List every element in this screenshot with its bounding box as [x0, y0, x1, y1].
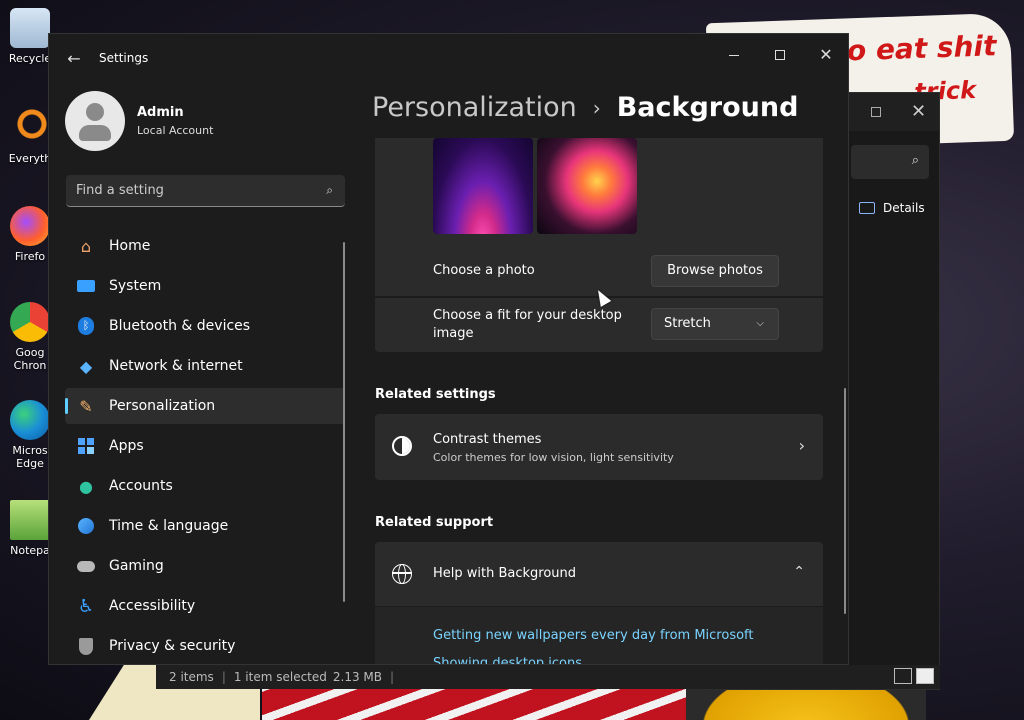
sidebar-nav: ⌂ Home System ᛒ Bluetooth & devices ◆ Ne…: [65, 228, 345, 664]
bluetooth-icon: ᛒ: [76, 316, 96, 336]
firefox-icon: [10, 206, 50, 246]
everything-search-icon: [10, 108, 50, 148]
avatar: [65, 91, 125, 151]
maximize-icon: [775, 50, 785, 60]
sidebar-item-time-language[interactable]: Time & language: [65, 508, 345, 544]
time-language-icon: [76, 516, 96, 536]
contrast-themes-link[interactable]: Contrast themes Color themes for low vis…: [375, 414, 823, 480]
recent-image-1[interactable]: [433, 138, 533, 234]
sidebar-item-network[interactable]: ◆ Network & internet: [65, 348, 345, 384]
breadcrumb-parent[interactable]: Personalization: [372, 92, 577, 123]
chevron-right-icon: ›: [592, 95, 601, 120]
maximize-button[interactable]: [757, 40, 803, 70]
status-selected: 1 item selected: [233, 670, 327, 684]
help-title: Help with Background: [433, 566, 577, 581]
page-title: Background: [616, 92, 799, 123]
minimize-icon: [729, 54, 739, 56]
fit-dropdown-value: Stretch: [664, 316, 711, 331]
sidebar-item-home[interactable]: ⌂ Home: [65, 228, 345, 264]
back-arrow-icon[interactable]: ←: [63, 48, 85, 70]
help-with-background-expander[interactable]: Help with Background ⌃: [375, 542, 823, 606]
recycle-bin-icon: [10, 8, 50, 48]
view-toggle: [894, 668, 934, 684]
contrast-themes-title: Contrast themes: [433, 432, 542, 447]
sidebar-item-bluetooth[interactable]: ᛒ Bluetooth & devices: [65, 308, 345, 344]
chevron-up-icon: ⌃: [793, 564, 805, 580]
accounts-icon: ●: [79, 476, 93, 496]
help-link-wallpapers[interactable]: Getting new wallpapers every day from Mi…: [433, 628, 754, 643]
choose-photo-label: Choose a photo: [433, 263, 535, 278]
content-scrollbar[interactable]: [844, 388, 846, 614]
home-icon: ⌂: [80, 236, 92, 256]
fit-dropdown[interactable]: Stretch ⌵: [651, 308, 779, 340]
sidebar-scrollbar[interactable]: [343, 242, 345, 602]
network-icon: ◆: [79, 356, 93, 376]
tiles-view-icon[interactable]: [916, 668, 934, 684]
help-links-panel: Getting new wallpapers every day from Mi…: [375, 607, 823, 664]
status-size: 2.13 MB: [332, 670, 383, 684]
breadcrumb: Personalization › Background: [372, 92, 798, 123]
sidebar-item-privacy-security[interactable]: Privacy & security: [65, 628, 345, 664]
sidebar-item-personalization[interactable]: ✎ Personalization: [65, 388, 345, 424]
app-title: Settings: [99, 51, 149, 65]
explorer-maximize-icon[interactable]: [871, 107, 881, 117]
profile-account-type: Local Account: [137, 124, 214, 137]
close-icon: ✕: [819, 45, 833, 64]
help-link-desktop-icons[interactable]: Showing desktop icons: [433, 656, 582, 664]
contrast-icon: [392, 436, 412, 456]
system-icon: [76, 276, 96, 296]
apps-icon: [76, 436, 96, 456]
status-separator: |: [221, 670, 226, 684]
edge-icon: [10, 400, 50, 440]
settings-window[interactable]: ← Settings ✕ Admin Local Account ⌕ ⌂ Hom…: [48, 33, 849, 665]
details-pane-icon: [859, 202, 875, 214]
shield-icon: [76, 636, 96, 656]
fit-label: Choose a fit for your desktop image: [433, 308, 622, 341]
explorer-close-icon[interactable]: ✕: [911, 101, 926, 122]
settings-titlebar: ← Settings ✕: [49, 34, 848, 82]
close-button[interactable]: ✕: [803, 40, 848, 70]
search-input[interactable]: [66, 175, 345, 206]
sidebar-item-system[interactable]: System: [65, 268, 345, 304]
chevron-down-icon: ⌵: [756, 318, 764, 329]
chrome-icon: [10, 302, 50, 342]
details-view-icon[interactable]: [894, 668, 912, 684]
status-separator: |: [390, 670, 395, 684]
recent-image-2[interactable]: [537, 138, 637, 234]
profile-name: Admin: [137, 105, 184, 120]
related-settings-heading: Related settings: [375, 387, 496, 402]
fit-row: Choose a fit for your desktop image Stre…: [375, 298, 823, 352]
notepad-icon: [10, 500, 50, 540]
sidebar-item-accounts[interactable]: ● Accounts: [65, 468, 345, 504]
chevron-right-icon: ›: [798, 436, 805, 455]
search-icon: ⌕: [911, 153, 919, 168]
user-profile[interactable]: Admin Local Account: [65, 91, 213, 151]
explorer-status-bar: 2 items | 1 item selected 2.13 MB |: [156, 665, 940, 689]
brush-icon: ✎: [79, 396, 93, 416]
search-icon: ⌕: [326, 183, 333, 197]
browse-photos-button[interactable]: Browse photos: [651, 255, 779, 287]
explorer-search-box[interactable]: ⌕: [851, 145, 929, 179]
minimize-button[interactable]: [711, 40, 757, 70]
sidebar-item-apps[interactable]: Apps: [65, 428, 345, 464]
contrast-themes-subtitle: Color themes for low vision, light sensi…: [433, 451, 674, 464]
gaming-icon: [76, 556, 96, 576]
status-item-count: 2 items: [169, 670, 214, 684]
recent-images-card: [375, 138, 823, 246]
find-setting-search[interactable]: ⌕: [66, 175, 345, 207]
related-support-heading: Related support: [375, 515, 494, 530]
explorer-details-button[interactable]: Details: [859, 201, 925, 215]
sidebar-item-gaming[interactable]: Gaming: [65, 548, 345, 584]
sidebar-item-accessibility[interactable]: ♿ Accessibility: [65, 588, 345, 624]
globe-icon: [392, 564, 412, 584]
accessibility-icon: ♿: [77, 595, 95, 617]
